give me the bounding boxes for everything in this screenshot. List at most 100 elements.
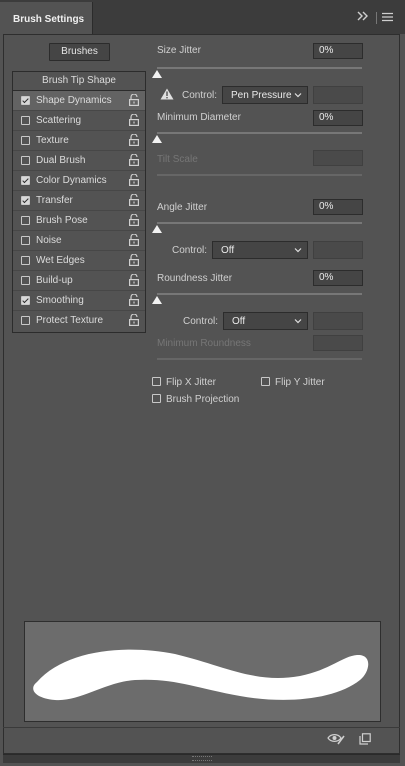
list-item-label: Smoothing [36, 295, 84, 306]
roundness-jitter-control-label: Control: [183, 316, 219, 327]
size-jitter-control-select[interactable]: Pen Pressure [222, 86, 308, 104]
build-up-checkbox[interactable] [21, 276, 30, 285]
transfer-checkbox[interactable] [21, 196, 30, 205]
lock-icon[interactable] [129, 314, 139, 326]
select-value: Pen Pressure [231, 90, 292, 101]
list-item-transfer[interactable]: Transfer [13, 191, 145, 211]
hamburger-menu-icon[interactable] [382, 12, 393, 25]
brush-stroke-preview [24, 621, 381, 722]
list-item-smoothing[interactable]: Smoothing [13, 291, 145, 311]
minimum-diameter-label: Minimum Diameter [157, 112, 241, 123]
angle-jitter-control-label: Control: [172, 245, 208, 256]
brush-pose-checkbox[interactable] [21, 216, 30, 225]
flip-x-jitter-label: Flip X Jitter [166, 377, 217, 388]
minimum-diameter-input[interactable]: 0% [313, 110, 363, 126]
list-item-scattering[interactable]: Scattering [13, 111, 145, 131]
tab-brush-settings[interactable]: Brush Settings [0, 2, 93, 34]
chevron-down-icon [294, 248, 302, 253]
list-item-build-up[interactable]: Build-up [13, 271, 145, 291]
scattering-checkbox[interactable] [21, 116, 30, 125]
texture-checkbox[interactable] [21, 136, 30, 145]
list-item-protect-texture[interactable]: Protect Texture [13, 311, 145, 331]
lock-icon[interactable] [129, 214, 139, 226]
brush-tip-shape-item[interactable]: Brush Tip Shape [13, 72, 145, 91]
flip-x-jitter-checkbox[interactable] [152, 377, 161, 386]
brushes-button[interactable]: Brushes [49, 43, 110, 61]
size-jitter-slider-thumb[interactable] [152, 70, 162, 78]
lock-icon[interactable] [129, 114, 139, 126]
lock-icon[interactable] [129, 194, 139, 206]
header-separator [376, 12, 377, 24]
select-value: Off [232, 316, 246, 327]
list-item-label: Brush Pose [36, 215, 88, 226]
list-item-texture[interactable]: Texture [13, 131, 145, 151]
minimum-roundness-label: Minimum Roundness [157, 338, 251, 349]
list-item-shape-dynamics[interactable]: Shape Dynamics [13, 91, 145, 111]
new-preset-icon[interactable] [359, 733, 371, 745]
select-value: Off [221, 245, 235, 256]
double-chevron-right-icon[interactable] [357, 11, 369, 24]
noise-checkbox[interactable] [21, 236, 30, 245]
list-item-label: Build-up [36, 275, 73, 286]
list-item-color-dynamics[interactable]: Color Dynamics [13, 171, 145, 191]
list-item-label: Protect Texture [36, 315, 104, 326]
chevron-down-icon [294, 319, 302, 324]
resize-grip[interactable] [192, 756, 212, 761]
tilt-scale-label: Tilt Scale [157, 154, 198, 165]
flip-y-jitter-checkbox[interactable] [261, 377, 270, 386]
angle-jitter-slider-thumb[interactable] [152, 225, 162, 233]
angle-jitter-input[interactable]: 0% [313, 199, 363, 215]
list-item-wet-edges[interactable]: Wet Edges [13, 251, 145, 271]
minimum-diameter-slider-thumb[interactable] [152, 135, 162, 143]
roundness-jitter-input[interactable]: 0% [313, 270, 363, 286]
size-jitter-control-label: Control: [182, 90, 218, 101]
list-item-label: Shape Dynamics [36, 95, 112, 106]
color-dynamics-checkbox[interactable] [21, 176, 30, 185]
lock-icon[interactable] [129, 294, 139, 306]
lock-icon[interactable] [129, 134, 139, 146]
list-item-label: Texture [36, 135, 69, 146]
roundness-jitter-control-field [313, 312, 363, 330]
warning-triangle-icon [160, 88, 174, 100]
list-item-label: Dual Brush [36, 155, 86, 166]
dual-brush-checkbox[interactable] [21, 156, 30, 165]
brush-stroke-shape [33, 649, 369, 701]
angle-jitter-control-field [313, 241, 363, 259]
list-item-label: Noise [36, 235, 62, 246]
protect-texture-checkbox[interactable] [21, 316, 30, 325]
smoothing-checkbox[interactable] [21, 296, 30, 305]
wet-edges-checkbox[interactable] [21, 256, 30, 265]
lock-icon[interactable] [129, 254, 139, 266]
list-item-label: Transfer [36, 195, 73, 206]
angle-jitter-label: Angle Jitter [157, 202, 208, 213]
lock-icon[interactable] [129, 154, 139, 166]
angle-jitter-control-select[interactable]: Off [212, 241, 308, 259]
list-item-label: Scattering [36, 115, 82, 126]
roundness-jitter-control-select[interactable]: Off [223, 312, 308, 330]
eye-brush-icon[interactable] [327, 732, 345, 745]
angle-jitter-slider-track[interactable] [157, 222, 362, 224]
list-item-label: Wet Edges [36, 255, 85, 266]
footer-divider [3, 727, 400, 728]
lock-icon[interactable] [129, 234, 139, 246]
list-item-dual-brush[interactable]: Dual Brush [13, 151, 145, 171]
minimum-roundness-slider-track [157, 358, 362, 360]
size-jitter-input[interactable]: 0% [313, 43, 363, 59]
tilt-scale-input [313, 150, 363, 166]
roundness-jitter-slider-thumb[interactable] [152, 296, 162, 304]
shape-dynamics-checkbox[interactable] [21, 96, 30, 105]
list-item-noise[interactable]: Noise [13, 231, 145, 251]
minimum-roundness-input [313, 335, 363, 351]
list-item-brush-pose[interactable]: Brush Pose [13, 211, 145, 231]
size-jitter-label: Size Jitter [157, 45, 201, 56]
size-jitter-control-field [313, 86, 363, 104]
size-jitter-slider-track[interactable] [157, 67, 362, 69]
lock-icon[interactable] [129, 274, 139, 286]
lock-icon[interactable] [129, 94, 139, 106]
flip-y-jitter-label: Flip Y Jitter [275, 377, 325, 388]
brush-projection-checkbox[interactable] [152, 394, 161, 403]
tab-label: Brush Settings [13, 14, 85, 25]
minimum-diameter-slider-track[interactable] [157, 132, 362, 134]
roundness-jitter-slider-track[interactable] [157, 293, 362, 295]
lock-icon[interactable] [129, 174, 139, 186]
